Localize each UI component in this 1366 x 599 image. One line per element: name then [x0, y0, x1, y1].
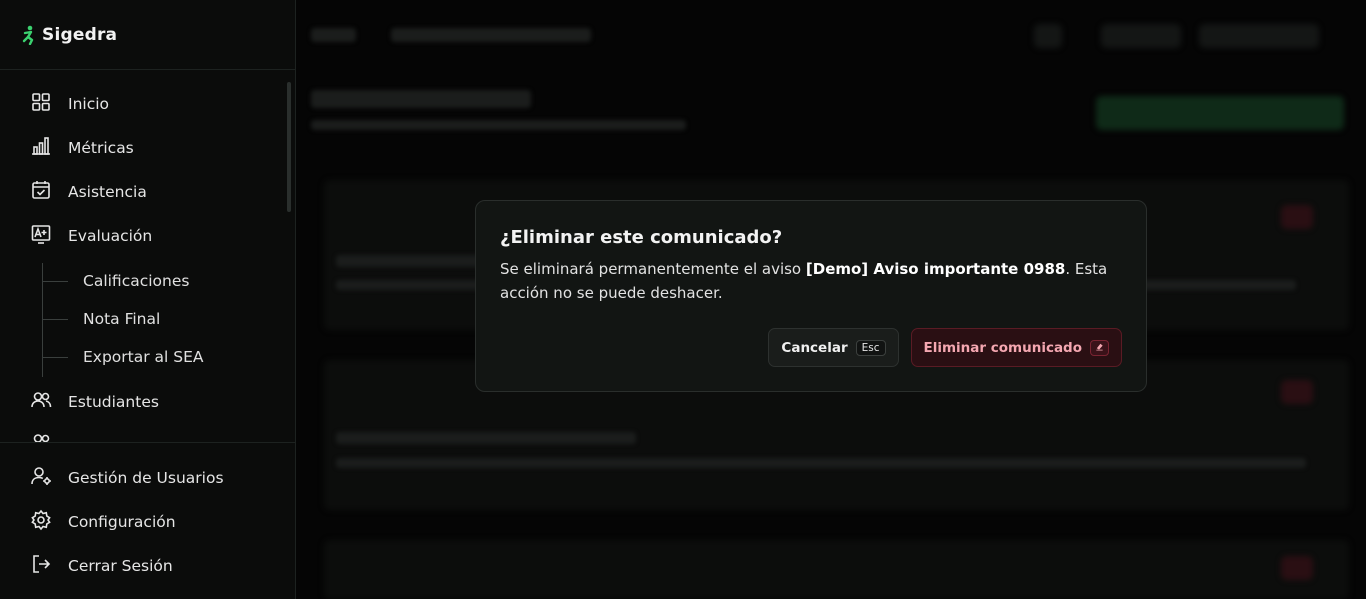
sidebar-item-cutoff[interactable]: [30, 432, 52, 442]
users-icon: [30, 431, 52, 442]
delete-announcement-button[interactable]: Eliminar comunicado: [910, 328, 1122, 367]
blurred-breadcrumb: [311, 28, 356, 42]
blurred-card-title: [336, 432, 636, 444]
escape-key-hint: Esc: [855, 339, 886, 356]
blurred-primary-button: [1096, 96, 1344, 130]
sidebar-subitem-calificaciones[interactable]: Calificaciones: [42, 270, 189, 292]
blurred-delete-button: [1281, 205, 1313, 229]
sidebar-item-estudiantes[interactable]: Estudiantes: [30, 390, 159, 414]
blurred-header-button: [1199, 24, 1319, 48]
blurred-page-subtitle: [311, 120, 686, 130]
sidebar-subitem-label: Calificaciones: [83, 272, 190, 290]
logo-icon: [22, 25, 36, 45]
sidebar-subitem-label: Exportar al SEA: [83, 348, 204, 366]
blurred-header-button: [1101, 24, 1181, 48]
sidebar-item-inicio[interactable]: Inicio: [30, 92, 109, 116]
sidebar-item-label: Estudiantes: [68, 393, 159, 411]
delete-confirm-dialog: ¿Eliminar este comunicado? Se eliminará …: [475, 200, 1147, 392]
sidebar-item-label: Gestión de Usuarios: [68, 469, 224, 487]
sidebar-item-gestion-usuarios[interactable]: Gestión de Usuarios: [30, 466, 224, 490]
cancel-button[interactable]: Cancelar Esc: [768, 328, 899, 367]
blurred-delete-button: [1281, 380, 1313, 404]
blurred-card-title: [336, 255, 486, 267]
blurred-header-button: [1034, 24, 1062, 48]
brand-name: Sigedra: [42, 24, 118, 45]
sidebar-item-label: Configuración: [68, 513, 176, 531]
user-gear-icon: [30, 465, 52, 491]
logout-icon: [30, 553, 52, 579]
sidebar-subitem-exportar-sea[interactable]: Exportar al SEA: [42, 346, 204, 368]
sidebar-subitem-nota-final[interactable]: Nota Final: [42, 308, 160, 330]
dialog-message-item-name: [Demo] Aviso importante 0988: [805, 260, 1066, 278]
blurred-page-title: [311, 90, 531, 108]
dialog-title: ¿Eliminar este comunicado?: [500, 227, 783, 248]
main-nav: Inicio Métricas Asistencia Evaluación Ca…: [0, 70, 295, 442]
bar-chart-icon: [30, 135, 52, 161]
sidebar-item-label: Métricas: [68, 139, 134, 157]
grade-icon: [30, 223, 52, 249]
sidebar-item-metricas[interactable]: Métricas: [30, 136, 134, 160]
sidebar-footer: Gestión de Usuarios Configuración Cerrar…: [0, 442, 295, 599]
sidebar-item-evaluacion[interactable]: Evaluación: [30, 224, 152, 248]
sidebar-item-label: Evaluación: [68, 227, 153, 245]
sidebar-item-cerrar-sesion[interactable]: Cerrar Sesión: [30, 554, 173, 578]
submenu-tick: [42, 280, 68, 282]
sidebar-item-label: Asistencia: [68, 183, 147, 201]
sidebar: Sigedra Inicio Métricas Asistencia Evalu…: [0, 0, 296, 599]
dialog-message-prefix: Se eliminará permanentemente el aviso: [500, 260, 806, 278]
sidebar-item-asistencia[interactable]: Asistencia: [30, 180, 147, 204]
eraser-icon: [1090, 339, 1109, 356]
submenu-tick: [42, 318, 68, 320]
cancel-button-label: Cancelar: [781, 339, 848, 356]
submenu-tick: [42, 356, 68, 358]
users-icon: [30, 389, 52, 415]
blurred-breadcrumb: [391, 28, 591, 42]
sidebar-item-configuracion[interactable]: Configuración: [30, 509, 176, 535]
dialog-actions: Cancelar Esc Eliminar comunicado: [768, 328, 1122, 367]
sidebar-item-label: Cerrar Sesión: [68, 557, 173, 575]
brand[interactable]: Sigedra: [0, 0, 295, 70]
dialog-message: Se eliminará permanentemente el aviso [D…: [500, 257, 1122, 305]
blurred-card-text: [336, 458, 1306, 468]
delete-button-label: Eliminar comunicado: [923, 339, 1083, 356]
gear-icon: [30, 509, 52, 535]
blurred-delete-button: [1281, 556, 1313, 580]
nav-scrollbar[interactable]: [287, 82, 291, 212]
blurred-card: [324, 540, 1349, 599]
calendar-check-icon: [30, 179, 52, 205]
sidebar-subitem-label: Nota Final: [83, 310, 161, 328]
sidebar-item-label: Inicio: [68, 95, 110, 113]
grid-icon: [30, 91, 52, 117]
